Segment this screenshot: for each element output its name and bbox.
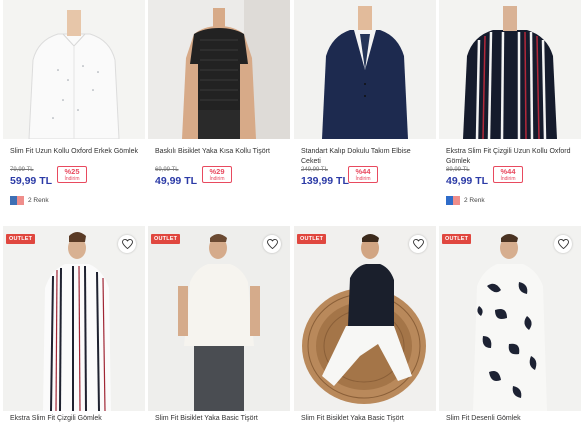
product-card[interactable]: OUTLET Slim Fit Bisiklet Yaka Basic Tişö… <box>148 226 290 430</box>
product-image[interactable]: OUTLET <box>294 226 436 411</box>
product-image[interactable]: OUTLET <box>148 226 290 411</box>
outlet-badge: OUTLET <box>151 234 181 244</box>
product-card[interactable]: Slim Fit Uzun Kollu Oxford Erkek Gömlek … <box>3 0 145 208</box>
outlet-badge: OUTLET <box>442 234 472 244</box>
heart-outline-icon <box>266 239 278 249</box>
product-title[interactable]: Ekstra Slim Fit Çizgili Uzun Kollu Oxfor… <box>446 147 577 166</box>
old-price: 249,99 TL <box>301 167 328 173</box>
product-card[interactable]: Baskılı Bisiklet Yaka Kısa Kollu Tişört … <box>148 0 290 208</box>
discount-percent: %29 <box>209 167 225 176</box>
discount-label: İndirim <box>355 176 371 182</box>
price: 139,99 TL <box>301 175 349 187</box>
product-card[interactable]: OUTLET Ekstra Slim Fit Çizgili Gömlek <box>3 226 145 430</box>
discount-badge: %29 İndirim <box>202 166 232 183</box>
discount-percent: %44 <box>500 167 516 176</box>
outlet-badge: OUTLET <box>297 234 327 244</box>
product-title[interactable]: Slim Fit Uzun Kollu Oxford Erkek Gömlek <box>10 147 141 157</box>
price: 49,99 TL <box>155 175 198 187</box>
product-title[interactable]: Slim Fit Bisiklet Yaka Basic Tişört <box>155 414 286 424</box>
product-card[interactable]: Standart Kalıp Dokulu Takım Elbise Ceket… <box>294 0 436 208</box>
product-image[interactable]: OUTLET <box>439 226 581 411</box>
product-image[interactable] <box>3 0 145 139</box>
discount-label: İndirim <box>500 176 516 182</box>
old-price: 69,99 TL <box>155 167 179 173</box>
color-options[interactable]: 2 Renk <box>10 192 49 206</box>
product-title[interactable]: Ekstra Slim Fit Çizgili Gömlek <box>10 414 141 424</box>
discount-label: İndirim <box>64 176 80 182</box>
favorite-button[interactable] <box>409 235 427 253</box>
heart-outline-icon <box>557 239 569 249</box>
outlet-badge: OUTLET <box>6 234 36 244</box>
old-price: 79,99 TL <box>10 167 34 173</box>
favorite-button[interactable] <box>554 235 572 253</box>
product-grid: Slim Fit Uzun Kollu Oxford Erkek Gömlek … <box>0 0 581 430</box>
product-image[interactable] <box>439 0 581 139</box>
heart-outline-icon <box>412 239 424 249</box>
color-swatch[interactable] <box>10 196 17 206</box>
discount-badge: %44 İndirim <box>348 166 378 183</box>
product-title[interactable]: Baskılı Bisiklet Yaka Kısa Kollu Tişört <box>155 147 286 157</box>
product-image[interactable] <box>294 0 436 139</box>
product-title[interactable]: Standart Kalıp Dokulu Takım Elbise Ceket… <box>301 147 432 166</box>
product-title[interactable]: Slim Fit Desenli Gömlek <box>446 414 577 424</box>
product-image[interactable] <box>148 0 290 139</box>
old-price: 89,99 TL <box>446 167 470 173</box>
product-image[interactable]: OUTLET <box>3 226 145 411</box>
price: 49,99 TL <box>446 175 489 187</box>
price: 59,99 TL <box>10 175 53 187</box>
discount-badge: %25 İndirim <box>57 166 87 183</box>
discount-percent: %25 <box>64 167 80 176</box>
color-count: 2 Renk <box>28 197 49 205</box>
discount-percent: %44 <box>355 167 371 176</box>
favorite-button[interactable] <box>118 235 136 253</box>
discount-label: İndirim <box>209 176 225 182</box>
product-card[interactable]: OUTLET Slim Fit Bisiklet Yaka Basic Tişö… <box>294 226 436 430</box>
color-options[interactable]: 2 Renk <box>446 192 485 206</box>
product-title[interactable]: Slim Fit Bisiklet Yaka Basic Tişört <box>301 414 432 424</box>
color-swatch[interactable] <box>17 196 24 206</box>
color-swatch[interactable] <box>446 196 453 206</box>
heart-outline-icon <box>121 239 133 249</box>
color-count: 2 Renk <box>464 197 485 205</box>
product-card[interactable]: OUTLET Slim Fit Desenli Gömlek <box>439 226 581 430</box>
product-card[interactable]: Ekstra Slim Fit Çizgili Uzun Kollu Oxfor… <box>439 0 581 208</box>
color-swatch[interactable] <box>453 196 460 206</box>
discount-badge: %44 İndirim <box>493 166 523 183</box>
favorite-button[interactable] <box>263 235 281 253</box>
